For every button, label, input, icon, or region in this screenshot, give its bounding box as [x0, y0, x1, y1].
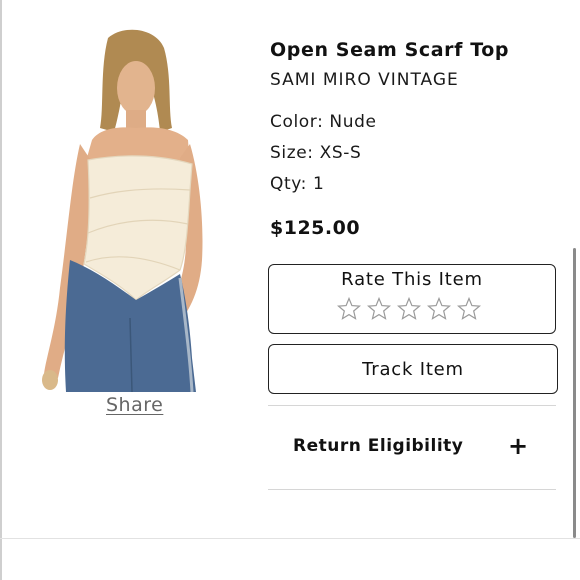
product-price: $125.00 — [270, 217, 361, 239]
product-title: Open Seam Scarf Top — [270, 39, 510, 61]
plus-icon[interactable]: + — [508, 434, 528, 458]
return-eligibility-toggle[interactable]: Return Eligibility + — [268, 420, 556, 476]
model-photo — [42, 29, 203, 393]
star-rating[interactable] — [337, 297, 481, 321]
star-icon[interactable] — [457, 297, 481, 321]
product-brand: SAMI MIRO VINTAGE — [270, 70, 459, 90]
page-left-border — [0, 0, 2, 580]
star-icon[interactable] — [427, 297, 451, 321]
bottom-divider — [0, 538, 580, 539]
product-color: Color: Nude — [270, 112, 377, 132]
product-image[interactable] — [40, 28, 238, 393]
share-link[interactable]: Share — [106, 394, 163, 416]
star-icon[interactable] — [337, 297, 361, 321]
star-icon[interactable] — [397, 297, 421, 321]
scrollbar[interactable] — [573, 248, 576, 538]
star-icon[interactable] — [367, 297, 391, 321]
divider — [268, 405, 556, 406]
rate-item-label: Rate This Item — [341, 269, 483, 290]
product-info: Open Seam Scarf Top SAMI MIRO VINTAGE Co… — [270, 36, 560, 242]
product-size: Size: XS-S — [270, 143, 362, 163]
rate-item-box[interactable]: Rate This Item — [268, 264, 556, 334]
return-eligibility-label: Return Eligibility — [293, 436, 464, 456]
product-quantity: Qty: 1 — [270, 174, 325, 194]
divider — [268, 489, 556, 490]
track-item-button[interactable]: Track Item — [268, 344, 558, 394]
